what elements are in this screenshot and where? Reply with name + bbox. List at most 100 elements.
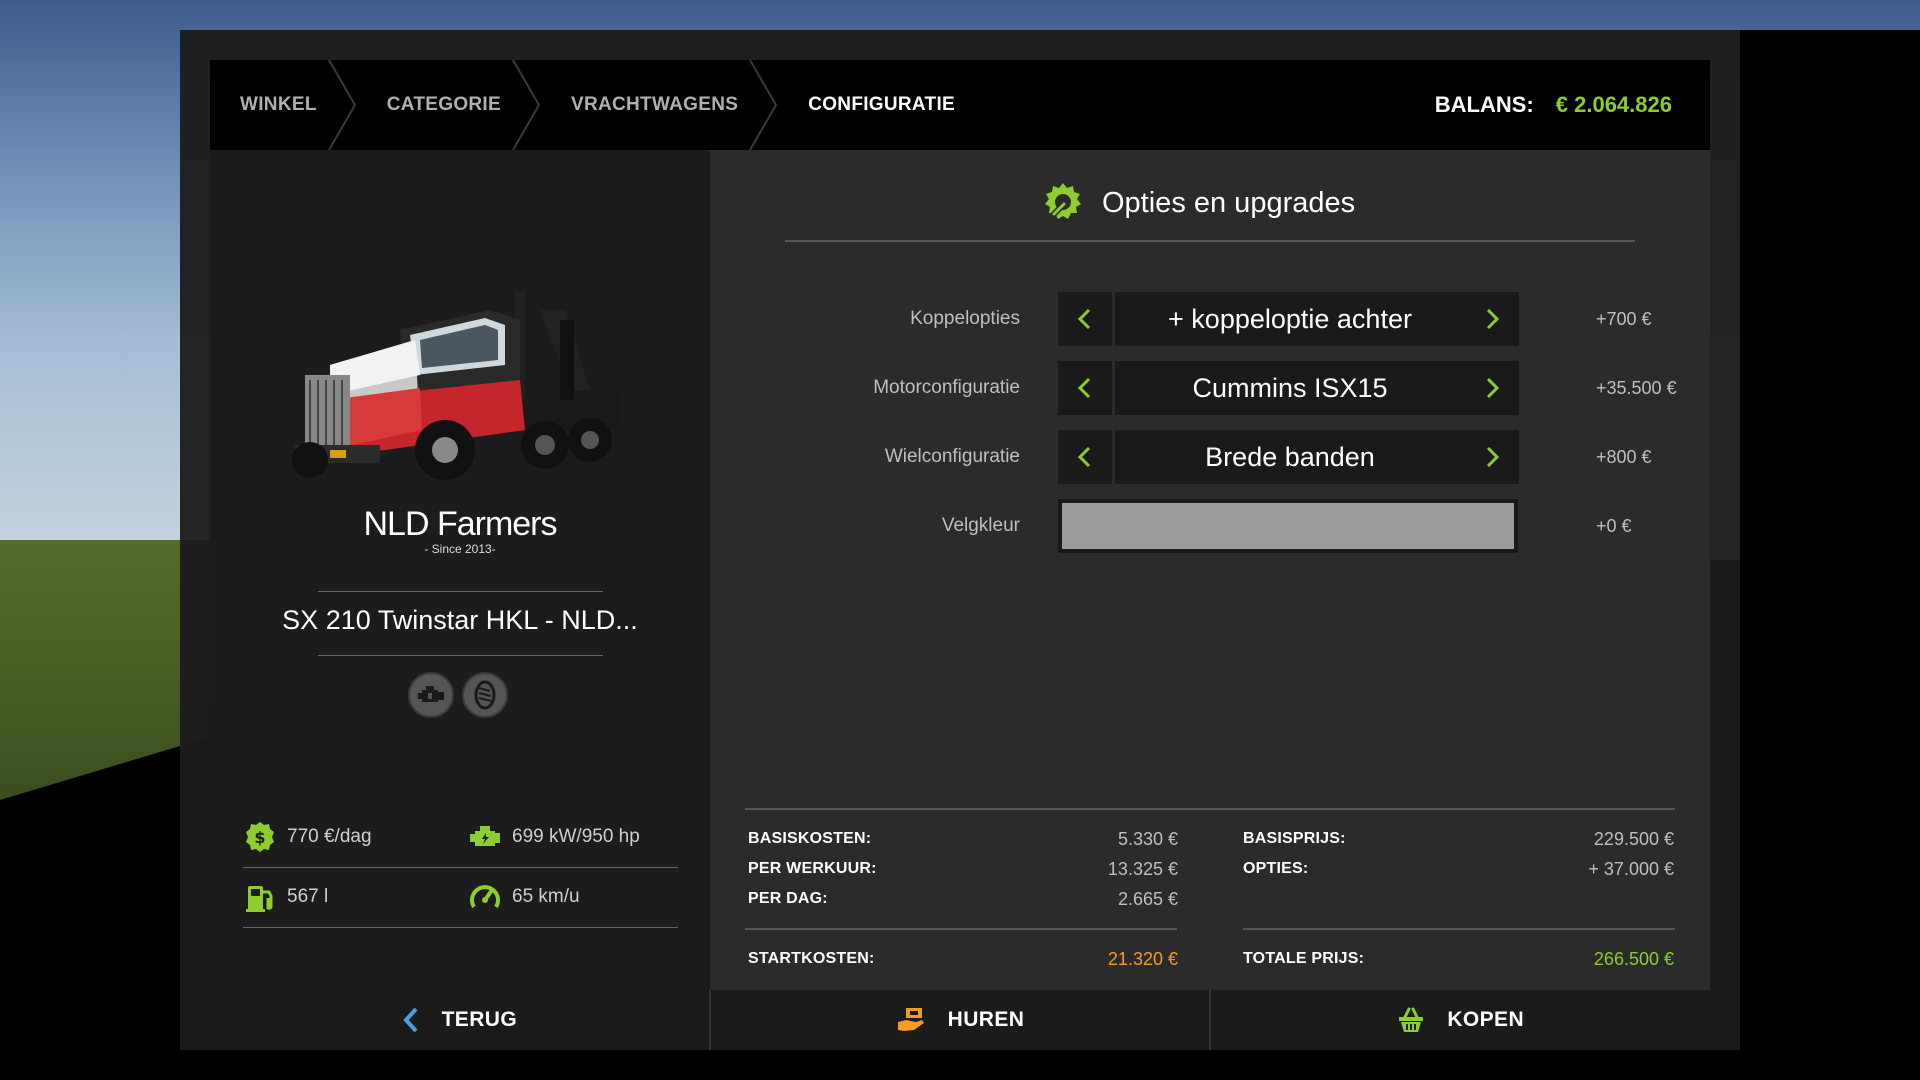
option-label: Wielconfiguratie xyxy=(884,446,1020,467)
cost-label-totale-prijs: TOTALE PRIJS: xyxy=(1243,950,1365,967)
divider xyxy=(243,867,678,868)
cost-label-basiskosten: BASISKOSTEN: xyxy=(748,830,872,847)
vehicle-name: SX 210 Twinstar HKL - NLD... xyxy=(282,605,638,635)
stat-daily-cost-value: 770 €/dag xyxy=(287,826,372,847)
option-next-button[interactable] xyxy=(1465,430,1519,484)
option-row-velgkleur: Velgkleur +0 € xyxy=(710,499,1710,553)
buy-button[interactable]: KOPEN xyxy=(1211,990,1710,1050)
wrench-gear-icon xyxy=(1045,183,1081,219)
cost-label-startkosten: STARTKOSTEN: xyxy=(748,950,875,967)
breadcrumb-separator-icon xyxy=(327,60,356,150)
svg-text:$: $ xyxy=(254,828,265,847)
back-button[interactable]: TERUG xyxy=(210,990,711,1050)
top-bar: WINKEL CATEGORIE VRACHTWAGENS CONFIGURAT… xyxy=(210,60,1710,150)
balance-value: € 2.064.826 xyxy=(1555,92,1672,117)
wheel-config-badge xyxy=(462,672,508,718)
option-prev-button[interactable] xyxy=(1058,430,1112,484)
rent-button[interactable]: HUREN xyxy=(711,990,1212,1050)
divider xyxy=(318,655,603,656)
cost-label-opties: OPTIES: xyxy=(1243,860,1309,877)
option-label: Koppelopties xyxy=(910,308,1020,329)
option-label: Motorconfiguratie xyxy=(873,377,1020,398)
stat-speed: 65 km/u xyxy=(468,880,580,914)
divider xyxy=(243,927,678,928)
option-row-motorconfiguratie: Motorconfiguratie Cummins ISX15 +35.500 … xyxy=(710,361,1710,415)
breadcrumb-separator-icon xyxy=(512,60,541,150)
options-title: Opties en upgrades xyxy=(1102,186,1356,219)
balance-display: BALANS: € 2.064.826 xyxy=(1435,92,1710,118)
cost-label-basisprijs: BASISPRIJS: xyxy=(1243,830,1346,847)
cost-value-startkosten: 21.320 € xyxy=(1107,949,1178,969)
stat-power: 699 kW/950 hp xyxy=(468,820,640,854)
divider xyxy=(1243,928,1675,930)
divider xyxy=(745,928,1177,930)
option-price: +700 € xyxy=(1596,309,1652,329)
rent-button-label: HUREN xyxy=(947,1008,1025,1031)
option-label: Velgkleur xyxy=(941,515,1020,536)
chevron-left-icon xyxy=(1077,377,1091,399)
option-value: Brede banden xyxy=(1115,430,1465,484)
cost-label-per-dag: PER DAG: xyxy=(748,890,828,907)
speedometer-icon xyxy=(470,885,500,909)
balance-label: BALANS: xyxy=(1434,92,1534,117)
breadcrumb-label: CATEGORIE xyxy=(386,94,501,115)
breadcrumb-configuratie: CONFIGURATIE xyxy=(778,60,995,150)
chevron-left-icon xyxy=(402,1007,418,1033)
rim-color-picker[interactable] xyxy=(1058,499,1518,553)
breadcrumb-label: WINKEL xyxy=(240,94,317,115)
option-row-koppelopties: Koppelopties + koppeloptie achter +700 € xyxy=(710,292,1710,346)
option-value: Cummins ISX15 xyxy=(1115,361,1465,415)
vehicle-info-panel: NLD Farmers - Since 2013- SX 210 Twinsta… xyxy=(210,150,710,990)
option-row-wielconfiguratie: Wielconfiguratie Brede banden +800 € xyxy=(710,430,1710,484)
option-price: +35.500 € xyxy=(1596,378,1677,398)
option-next-button[interactable] xyxy=(1465,361,1519,415)
option-next-button[interactable] xyxy=(1465,292,1519,346)
cost-value-totale-prijs: 266.500 € xyxy=(1593,949,1674,969)
breadcrumb-label: CONFIGURATIE xyxy=(808,94,955,115)
chevron-left-icon xyxy=(1077,308,1091,330)
brand-logo: NLD Farmers - Since 2013- xyxy=(350,505,570,585)
option-prev-button[interactable] xyxy=(1058,292,1112,346)
brand-name: NLD Farmers xyxy=(363,505,557,543)
breadcrumb-label: VRACHTWAGENS xyxy=(570,94,739,115)
divider xyxy=(785,240,1635,242)
stat-fuel: 567 l xyxy=(243,880,328,914)
cost-value-per-dag: 2.665 € xyxy=(1117,889,1178,909)
cost-value-basiskosten: 5.330 € xyxy=(1117,829,1178,849)
option-value: + koppeloptie achter xyxy=(1115,292,1465,346)
options-header: Opties en upgrades xyxy=(1040,180,1355,226)
stat-daily-cost: $ 770 €/dag xyxy=(243,820,372,854)
brand-tagline: - Since 2013- xyxy=(424,542,496,556)
chevron-right-icon xyxy=(1486,446,1500,468)
engine-config-badge xyxy=(408,672,454,718)
letterbox-bottom xyxy=(0,1050,1920,1080)
stat-speed-value: 65 km/u xyxy=(512,886,580,907)
option-price: +0 € xyxy=(1596,516,1632,536)
divider xyxy=(745,808,1675,810)
fuel-pump-icon xyxy=(246,886,273,912)
engine-icon xyxy=(418,686,444,702)
breadcrumb-categorie[interactable]: CATEGORIE xyxy=(357,60,541,150)
letterbox-right xyxy=(1740,30,1920,1080)
action-bar: TERUG HUREN KOPEN xyxy=(210,990,1710,1050)
breadcrumb-vrachtwagens[interactable]: VRACHTWAGENS xyxy=(541,60,778,150)
divider xyxy=(318,591,603,592)
cost-value-opties: + 37.000 € xyxy=(1588,859,1674,879)
buy-button-label: KOPEN xyxy=(1447,1008,1525,1031)
hand-money-icon xyxy=(897,1008,924,1031)
cost-value-per-werkuur: 13.325 € xyxy=(1107,859,1178,879)
back-button-label: TERUG xyxy=(441,1008,518,1031)
options-panel: Opties en upgrades Koppelopties + koppel… xyxy=(710,150,1710,990)
breadcrumb-separator-icon xyxy=(749,60,778,150)
chevron-right-icon xyxy=(1486,377,1500,399)
option-price: +800 € xyxy=(1596,447,1652,467)
shop-configuration-dialog: WINKEL CATEGORIE VRACHTWAGENS CONFIGURAT… xyxy=(180,30,1740,1050)
chevron-right-icon xyxy=(1486,308,1500,330)
engine-power-icon xyxy=(470,826,500,846)
option-prev-button[interactable] xyxy=(1058,361,1112,415)
cost-value-basisprijs: 229.500 € xyxy=(1593,829,1674,849)
money-icon: $ xyxy=(246,822,274,852)
truck-image xyxy=(292,290,620,480)
basket-icon xyxy=(1399,1007,1424,1032)
breadcrumb-winkel[interactable]: WINKEL xyxy=(210,60,357,150)
